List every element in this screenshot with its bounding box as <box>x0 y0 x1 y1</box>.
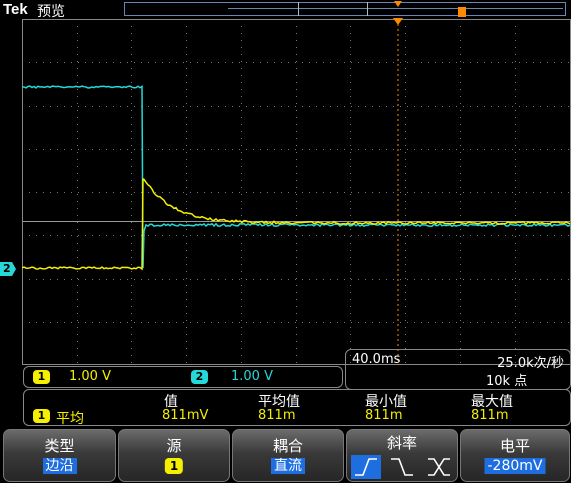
trigger-coupling-label: 耦合 <box>233 435 343 456</box>
either-edge-icon[interactable] <box>424 455 454 479</box>
trigger-source-button[interactable]: 源 1 <box>118 429 230 482</box>
ch1-badge[interactable]: 1 <box>33 370 50 384</box>
measurement-min: 811m <box>365 408 402 423</box>
ch1-scale: 1.00 V <box>69 369 111 384</box>
measurement-mean: 811m <box>258 408 295 423</box>
ch2-ground-marker[interactable]: 2 <box>0 262 16 276</box>
measurement-value: 811mV <box>162 408 208 423</box>
trigger-level-label: 电平 <box>461 435 569 456</box>
trigger-slope-button[interactable]: 斜率 <box>346 429 458 482</box>
sample-rate: 25.0k次/秒 <box>497 352 564 371</box>
falling-edge-icon[interactable] <box>387 455 417 479</box>
trigger-position-icon <box>393 18 403 25</box>
trigger-type-button[interactable]: 类型 边沿 <box>3 429 116 482</box>
horizontal-scale: 40.0ms <box>352 352 400 367</box>
record-view-window <box>298 2 368 16</box>
timebase-readout: 40.0ms 25.0k次/秒 10k 点 <box>345 349 571 390</box>
trigger-source-label: 源 <box>119 435 229 456</box>
record-trigger-icon <box>394 1 402 7</box>
measurement-source-badge: 1 <box>33 409 50 423</box>
channel-readout: 1 1.00 V 2 1.00 V <box>23 366 343 388</box>
record-trigger-position-icon <box>458 7 466 17</box>
trigger-coupling-value: 直流 <box>271 458 305 474</box>
brand-logo: Tek <box>3 1 28 18</box>
record-overview-line <box>228 8 563 9</box>
trigger-source-value: 1 <box>165 458 183 474</box>
measurement-name: 平均 <box>56 408 84 428</box>
trigger-slope-label: 斜率 <box>347 432 457 453</box>
ch2-scale: 1.00 V <box>231 369 273 384</box>
ch2-badge[interactable]: 2 <box>191 370 208 384</box>
status-bar: Tek 预览 <box>0 0 571 19</box>
record-length: 10k 点 <box>486 370 527 389</box>
graticule <box>22 19 571 365</box>
ch2-waveform <box>22 86 570 268</box>
acquisition-mode: 预览 <box>37 1 65 21</box>
trigger-level-button[interactable]: 电平 -280mV <box>460 429 570 482</box>
trigger-type-label: 类型 <box>4 435 115 456</box>
rising-edge-icon[interactable] <box>351 455 381 479</box>
trigger-menu: 类型 边沿 源 1 耦合 直流 斜率 电平 -280mV <box>0 429 571 482</box>
graticule-border <box>23 20 571 365</box>
trigger-coupling-button[interactable]: 耦合 直流 <box>232 429 344 482</box>
trigger-level-value: -280mV <box>485 458 546 474</box>
measurement-panel: 值 平均值 最小值 最大值 1 平均 811mV 811m 811m 811m <box>23 389 571 426</box>
trigger-type-value: 边沿 <box>43 458 77 474</box>
waveform-display <box>22 19 571 365</box>
measurement-max: 811m <box>471 408 508 423</box>
